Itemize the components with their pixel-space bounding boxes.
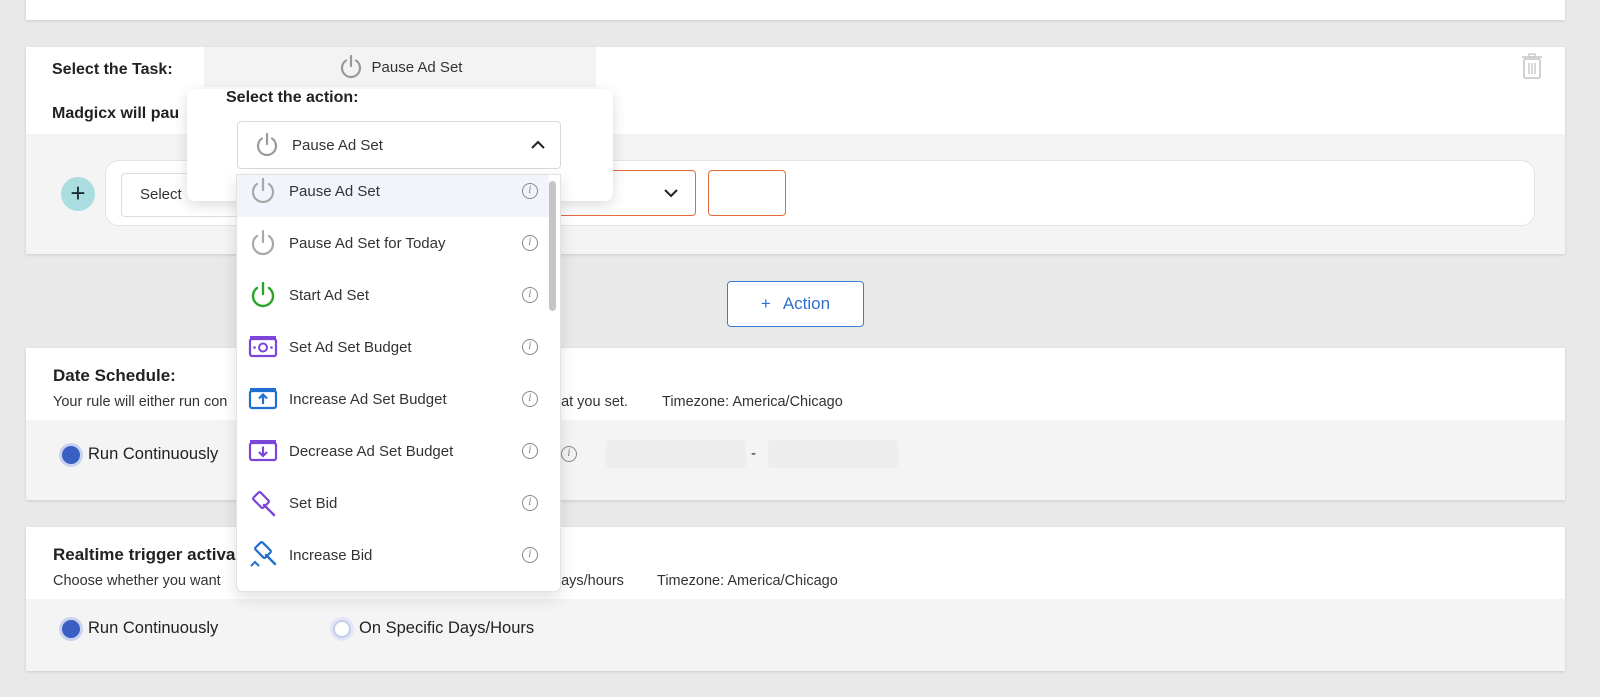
task-selected-label: Pause Ad Set [371,58,463,76]
realtime-run-continuously-radio[interactable]: Run Continuously [62,619,218,638]
date-schedule-timezone: Timezone: America/Chicago [662,394,843,410]
popover-title: Select the action: [226,89,359,106]
action-option-label: Decrease Ad Set Budget [289,442,454,460]
gavel-icon [252,491,276,517]
info-icon[interactable]: i [522,339,538,355]
action-option-set-budget[interactable]: Set Ad Set Budget i [237,321,549,373]
realtime-description: Choose whether you want [53,573,221,589]
end-date-field[interactable] [768,440,898,468]
info-icon[interactable]: i [522,443,538,459]
run-continuously-label: Run Continuously [88,445,219,463]
action-option-label: Increase Bid [289,546,373,564]
info-icon[interactable]: i [561,446,577,462]
action-option-start-ad-set[interactable]: Start Ad Set i [237,269,549,321]
info-icon[interactable]: i [522,183,538,199]
chevron-down-icon [664,189,678,198]
action-option-label: Set Bid [289,494,338,512]
power-icon [251,229,275,256]
action-select-value: Pause Ad Set [292,136,383,154]
add-condition-button[interactable]: + [61,177,95,211]
realtime-timezone: Timezone: America/Chicago [657,573,838,589]
radio-selected-dot [62,619,80,638]
dropdown-scrollbar[interactable] [549,181,556,311]
gavel-up-icon [250,541,277,567]
run-continuously-radio[interactable]: Run Continuously [62,445,218,464]
task-label: Select the Task: [52,61,173,78]
action-select[interactable]: Pause Ad Set [237,121,561,169]
info-icon[interactable]: i [522,391,538,407]
plus-icon: + [760,294,771,313]
date-schedule-title: Date Schedule: [53,366,176,385]
chevron-up-icon [531,140,545,149]
money-icon [248,336,278,358]
task-description: Madgicx will pau [52,105,180,122]
money-up-icon [248,388,278,410]
info-icon[interactable]: i [522,495,538,511]
trash-icon[interactable] [1521,53,1543,79]
start-date-field[interactable] [606,440,746,468]
add-action-label: Action [782,294,831,313]
realtime-description-end: days/hours [553,573,624,589]
previous-section-card [26,0,1565,20]
action-dropdown-list[interactable]: Pause Ad Set i Pause Ad Set for Today i … [236,174,561,592]
action-option-label: Set Ad Set Budget [289,338,412,356]
power-icon [251,177,275,204]
date-schedule-description: Your rule will either run con [53,394,228,410]
action-option-increase-budget[interactable]: Increase Ad Set Budget i [237,373,549,425]
info-icon[interactable]: i [522,235,538,251]
action-option-pause-ad-set[interactable]: Pause Ad Set i [237,175,549,217]
realtime-title: Realtime trigger activa [53,545,236,564]
info-icon[interactable]: i [522,287,538,303]
date-range-separator: - [751,445,756,462]
action-option-label: Start Ad Set [289,286,370,304]
realtime-run-continuously-label: Run Continuously [88,619,219,637]
info-icon[interactable]: i [522,547,538,563]
power-icon [340,54,361,79]
power-green-icon [251,281,275,308]
radio-selected-dot [62,445,80,464]
action-option-pause-ad-set-today[interactable]: Pause Ad Set for Today i [237,217,549,269]
date-schedule-description-end: hat you set. [553,394,628,410]
specific-days-label: On Specific Days/Hours [359,619,535,637]
action-option-set-bid[interactable]: Set Bid i [237,477,549,529]
power-icon [256,132,278,157]
action-option-label: Pause Ad Set for Today [289,234,446,252]
action-option-increase-bid[interactable]: Increase Bid i [237,529,549,581]
action-option-label: Pause Ad Set [289,182,380,200]
action-option-label: Increase Ad Set Budget [289,390,447,408]
action-option-decrease-budget[interactable]: Decrease Ad Set Budget i [237,425,549,477]
specific-days-radio[interactable]: On Specific Days/Hours [333,619,534,638]
money-down-icon [248,440,278,462]
condition-value-input[interactable] [708,170,786,216]
task-selected-pill[interactable]: Pause Ad Set [204,47,596,87]
radio-unselected-dot [333,619,351,638]
add-action-button[interactable]: + Action [727,281,864,327]
realtime-options: Run Continuously On Specific Days/Hours [26,599,1565,671]
